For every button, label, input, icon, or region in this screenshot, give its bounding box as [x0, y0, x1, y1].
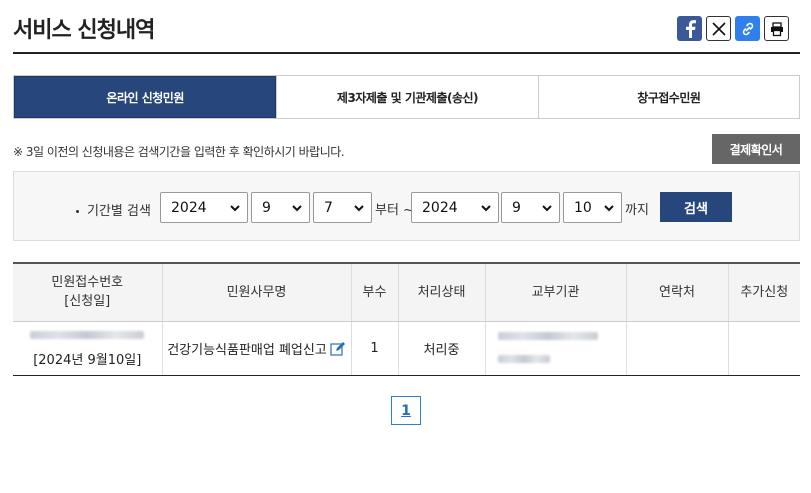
to-text: 까지 — [625, 203, 649, 218]
table-row: [2024년 9월10일] 건강기능식품판매업 폐업신고 1 처리중 — [13, 321, 800, 376]
link-icon[interactable] — [735, 16, 760, 41]
issuing-agency-cell — [484, 321, 626, 376]
chevron-down-icon — [604, 205, 614, 212]
payment-confirmation-button[interactable]: 결제확인서 — [712, 134, 800, 164]
copies-cell: 1 — [350, 321, 398, 376]
contact-cell — [625, 321, 728, 376]
header-receipt-number: 민원접수번호 [신청일] — [13, 262, 162, 322]
x-icon[interactable] — [706, 16, 731, 41]
redacted-agency-line2 — [497, 355, 550, 363]
header-copies: 부수 — [350, 262, 398, 322]
additional-cell — [727, 321, 800, 376]
service-name-link[interactable]: 건강기능식품판매업 폐업신고 — [167, 339, 346, 358]
search-label: 기간별 검색 — [76, 200, 151, 219]
bullet-icon — [76, 210, 79, 213]
tab-bar: 온라인 신청민원 제3자제출 및 기관제출(송신) 창구접수민원 — [13, 75, 800, 119]
end-day-select[interactable]: 10 — [563, 192, 622, 223]
share-toolbar — [677, 16, 789, 41]
pagination-page-1[interactable]: 1 — [391, 396, 421, 425]
search-panel: 기간별 검색 2024 9 7 부터 ~ 2024 9 10 까지 검색 — [13, 171, 800, 241]
end-year-select[interactable]: 2024 — [411, 192, 499, 223]
notice-text: ※ 3일 이전의 신청내용은 검색기간을 입력한 후 확인하시기 바랍니다. — [13, 145, 345, 159]
table-header-row: 민원접수번호 [신청일] 민원사무명 부수 처리상태 교부기관 연락처 추가신청 — [13, 262, 800, 322]
application-date: [2024년 9월10일] — [33, 353, 142, 368]
status-cell: 처리중 — [397, 321, 485, 376]
chevron-down-icon — [481, 205, 491, 212]
page-title: 서비스 신청내역 — [13, 18, 155, 43]
redacted-agency-line1 — [497, 332, 598, 340]
chevron-down-icon — [292, 205, 302, 212]
print-icon[interactable] — [764, 16, 789, 41]
receipt-cell: [2024년 9월10일] — [13, 321, 162, 376]
chevron-down-icon — [542, 205, 552, 212]
chevron-down-icon — [230, 205, 240, 212]
start-month-select[interactable]: 9 — [251, 192, 310, 223]
results-table: 민원접수번호 [신청일] 민원사무명 부수 처리상태 교부기관 연락처 추가신청… — [13, 262, 800, 376]
redacted-receipt-number — [30, 331, 145, 339]
tab-online[interactable]: 온라인 신청민원 — [14, 76, 277, 118]
chevron-down-icon — [354, 205, 364, 212]
end-month-select[interactable]: 9 — [501, 192, 560, 223]
header-status: 처리상태 — [397, 262, 485, 322]
header-service-name: 민원사무명 — [161, 262, 351, 322]
start-day-select[interactable]: 7 — [313, 192, 372, 223]
tab-counter[interactable]: 창구접수민원 — [537, 76, 799, 118]
start-year-select[interactable]: 2024 — [160, 192, 248, 223]
title-divider — [13, 52, 800, 54]
service-name-cell: 건강기능식품판매업 폐업신고 — [161, 321, 351, 376]
header-additional: 추가신청 — [727, 262, 800, 322]
search-button[interactable]: 검색 — [660, 192, 732, 222]
edit-document-icon — [330, 341, 345, 356]
header-issuing-agency: 교부기관 — [484, 262, 626, 322]
header-contact: 연락처 — [625, 262, 728, 322]
from-text: 부터 ~ — [375, 203, 414, 218]
facebook-icon[interactable] — [677, 16, 702, 41]
tab-third-party[interactable]: 제3자제출 및 기관제출(송신) — [276, 76, 537, 118]
